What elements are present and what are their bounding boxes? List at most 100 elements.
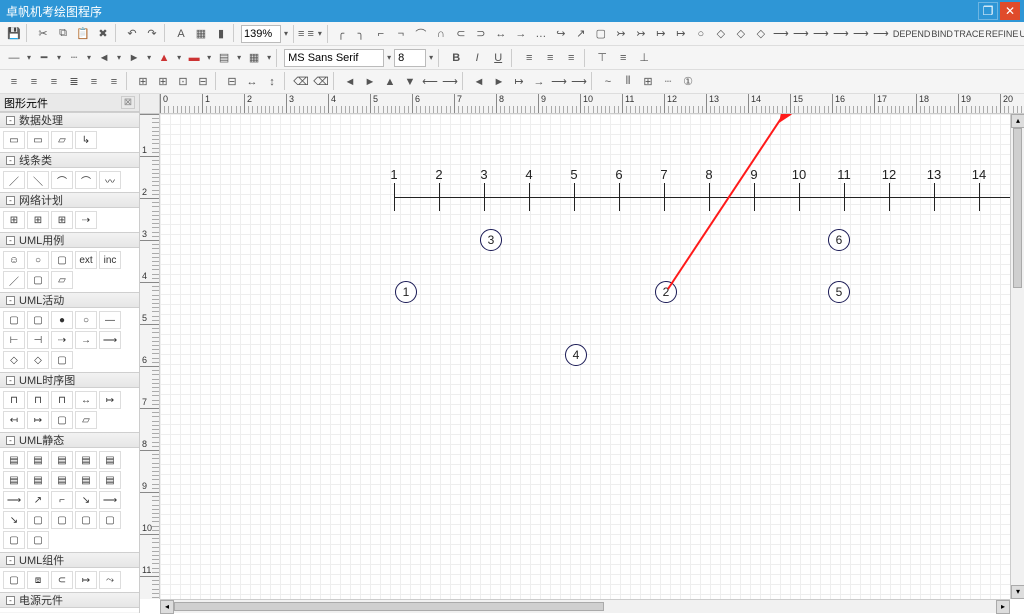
arrange-tool-1[interactable]: ≡ xyxy=(24,72,44,92)
shape-6-3[interactable]: ▤ xyxy=(75,451,97,469)
arrange-tool-0[interactable]: ≡ xyxy=(4,72,24,92)
arrange-tool-9[interactable]: ⊟ xyxy=(193,72,213,92)
uml-shape-19-button[interactable]: ◇ xyxy=(711,24,731,44)
shape-6-11[interactable]: ↗ xyxy=(27,491,49,509)
uml-shape-24-button[interactable]: ⟶ xyxy=(811,24,831,44)
expand-icon[interactable]: - xyxy=(6,436,15,445)
node-5[interactable]: 5 xyxy=(828,281,850,303)
expand-icon[interactable]: - xyxy=(6,236,15,245)
shape-7-0[interactable]: ▢ xyxy=(3,571,25,589)
shape-6-17[interactable]: ▢ xyxy=(51,511,73,529)
arrange-tool-7[interactable]: ⊞ xyxy=(153,72,173,92)
arrange-tool-20[interactable]: ⟶ xyxy=(440,72,460,92)
uml-shape-3-button[interactable]: ¬ xyxy=(391,24,411,44)
arrange-tool-23[interactable]: ↦ xyxy=(509,72,529,92)
arrange-tool-21[interactable]: ◄ xyxy=(469,72,489,92)
scroll-left-button[interactable]: ◂ xyxy=(160,600,174,614)
ruler-vertical[interactable]: 01234567891011 xyxy=(140,114,160,599)
shape-0-1[interactable]: ▭ xyxy=(27,131,49,149)
close-button[interactable]: ✕ xyxy=(1000,2,1020,20)
category-8-header[interactable]: -电源元件 xyxy=(0,592,139,608)
save-button[interactable]: 💾 xyxy=(4,24,24,44)
uml-shape-10-button[interactable]: … xyxy=(531,24,551,44)
category-3-header[interactable]: -UML用例 xyxy=(0,232,139,248)
underline-button[interactable]: U xyxy=(488,48,508,68)
shape-4-2[interactable]: ● xyxy=(51,311,73,329)
shape-6-6[interactable]: ▤ xyxy=(27,471,49,489)
shape-0-0[interactable]: ▭ xyxy=(3,131,25,149)
node-4[interactable]: 4 xyxy=(565,344,587,366)
uml-shape-6-button[interactable]: ⊂ xyxy=(451,24,471,44)
shape-5-2[interactable]: ⊓ xyxy=(51,391,73,409)
arrange-tool-12[interactable]: ↕ xyxy=(262,72,282,92)
uml-shape-16-button[interactable]: ↦ xyxy=(651,24,671,44)
shape-3-2[interactable]: ▢ xyxy=(51,251,73,269)
align-right-button[interactable]: ≡ xyxy=(561,48,581,68)
node-2[interactable]: 2 xyxy=(655,281,677,303)
shape-3-4[interactable]: inc xyxy=(99,251,121,269)
scrollbar-horizontal[interactable]: ◂ ▸ xyxy=(160,599,1010,613)
shape-6-8[interactable]: ▤ xyxy=(75,471,97,489)
scroll-down-button[interactable]: ▾ xyxy=(1011,585,1024,599)
shape-4-3[interactable]: ○ xyxy=(75,311,97,329)
drawing-canvas[interactable]: 123456789101112131415161234567 xyxy=(160,114,1010,599)
category-4-header[interactable]: -UML活动 xyxy=(0,292,139,308)
shape-2-0[interactable]: ⊞ xyxy=(3,211,25,229)
arrange-tool-6[interactable]: ⊞ xyxy=(133,72,153,92)
shape-6-7[interactable]: ▤ xyxy=(51,471,73,489)
arrow-start-icon[interactable]: ◄ xyxy=(94,48,114,68)
redo-button[interactable]: ↷ xyxy=(142,24,162,44)
undo-button[interactable]: ↶ xyxy=(122,24,142,44)
shape-6-15[interactable]: ↘ xyxy=(3,511,25,529)
scroll-thumb-vertical[interactable] xyxy=(1013,128,1022,288)
shape-5-6[interactable]: ↦ xyxy=(27,411,49,429)
arrange-tool-17[interactable]: ▲ xyxy=(380,72,400,92)
valign-bottom-button[interactable]: ⊥ xyxy=(634,48,654,68)
valign-top-button[interactable]: ⊤ xyxy=(592,48,612,68)
cut-button[interactable]: ✂ xyxy=(33,24,53,44)
arrange-tool-5[interactable]: ≡ xyxy=(104,72,124,92)
shape-1-0[interactable]: ／ xyxy=(3,171,25,189)
category-1-header[interactable]: -线条类 xyxy=(0,152,139,168)
shape-5-8[interactable]: ▱ xyxy=(75,411,97,429)
shape-7-1[interactable]: ⧈ xyxy=(27,571,49,589)
shape-4-9[interactable]: ⟶ xyxy=(99,331,121,349)
shape-4-5[interactable]: ⊢ xyxy=(3,331,25,349)
shape-3-5[interactable]: ／ xyxy=(3,271,25,289)
shape-6-5[interactable]: ▤ xyxy=(3,471,25,489)
uml-shape-4-button[interactable]: ⌒ xyxy=(411,24,431,44)
copy-button[interactable]: ⧉ xyxy=(53,24,73,44)
shape-0-3[interactable]: ↳ xyxy=(75,131,97,149)
shape-5-0[interactable]: ⊓ xyxy=(3,391,25,409)
img-button[interactable]: ▦ xyxy=(191,24,211,44)
shape-3-1[interactable]: ○ xyxy=(27,251,49,269)
align-center-button[interactable]: ≡ xyxy=(540,48,560,68)
uml-shape-8-button[interactable]: ↔ xyxy=(491,24,511,44)
shape-7-3[interactable]: ↦ xyxy=(75,571,97,589)
shape-6-9[interactable]: ▤ xyxy=(99,471,121,489)
restore-button[interactable]: ❐ xyxy=(978,2,998,20)
expand-icon[interactable]: - xyxy=(6,296,15,305)
expand-icon[interactable]: - xyxy=(6,116,15,125)
uml-shape-0-button[interactable]: ╭ xyxy=(331,24,351,44)
uml-shape-21-button[interactable]: ◇ xyxy=(751,24,771,44)
shape-6-1[interactable]: ▤ xyxy=(27,451,49,469)
shape-4-0[interactable]: ▢ xyxy=(3,311,25,329)
italic-button[interactable]: I xyxy=(467,48,487,68)
scroll-thumb-horizontal[interactable] xyxy=(174,602,604,611)
uml-shape-2-button[interactable]: ⌐ xyxy=(371,24,391,44)
arrow-end-icon[interactable]: ► xyxy=(124,48,144,68)
shape-3-0[interactable]: ☺ xyxy=(3,251,25,269)
arrange-tool-2[interactable]: ≡ xyxy=(44,72,64,92)
arrange-tool-15[interactable]: ◄ xyxy=(340,72,360,92)
timeline-axis[interactable]: 12345678910111213141516 xyxy=(394,197,1010,198)
expand-icon[interactable]: - xyxy=(6,156,15,165)
uml-shape-13-button[interactable]: ▢ xyxy=(591,24,611,44)
fill-color-icon[interactable]: ▲ xyxy=(154,48,174,68)
bold-button[interactable]: B xyxy=(446,48,466,68)
shape-5-3[interactable]: ↔ xyxy=(75,391,97,409)
shape-4-1[interactable]: ▢ xyxy=(27,311,49,329)
shape-4-4[interactable]: — xyxy=(99,311,121,329)
shape-5-4[interactable]: ↦ xyxy=(99,391,121,409)
uml-shape-1-button[interactable]: ╮ xyxy=(351,24,371,44)
